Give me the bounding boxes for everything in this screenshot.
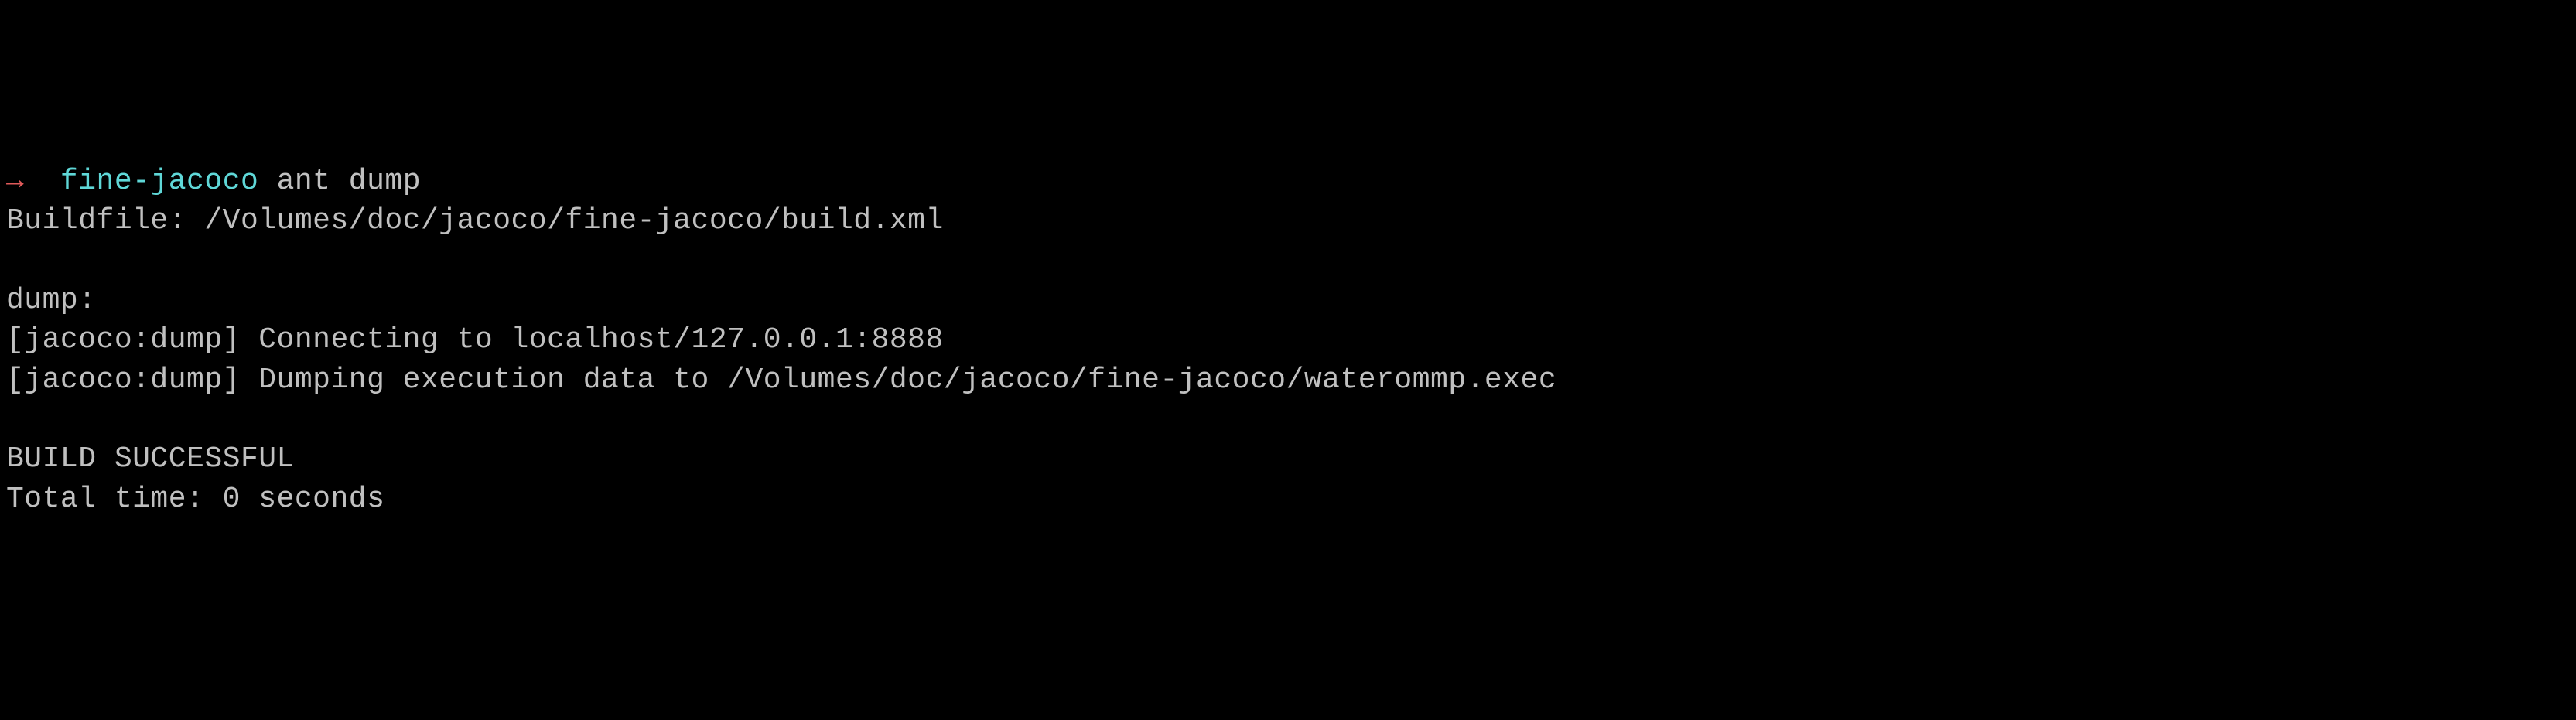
- prompt-arrow-icon: →: [6, 165, 24, 198]
- build-status-line: BUILD SUCCESSFUL: [6, 442, 295, 476]
- connect-line: [jacoco:dump] Connecting to localhost/12…: [6, 323, 944, 357]
- total-time-line: Total time: 0 seconds: [6, 483, 384, 516]
- prompt-line[interactable]: → fine-jacoco ant dump: [6, 165, 421, 198]
- dump-line: [jacoco:dump] Dumping execution data to …: [6, 363, 1556, 397]
- prompt-command: ant dump: [277, 165, 421, 198]
- target-line: dump:: [6, 284, 97, 317]
- terminal-output: → fine-jacoco ant dump Buildfile: /Volum…: [6, 162, 2570, 519]
- buildfile-line: Buildfile: /Volumes/doc/jacoco/fine-jaco…: [6, 204, 944, 237]
- prompt-directory: fine-jacoco: [60, 165, 258, 198]
